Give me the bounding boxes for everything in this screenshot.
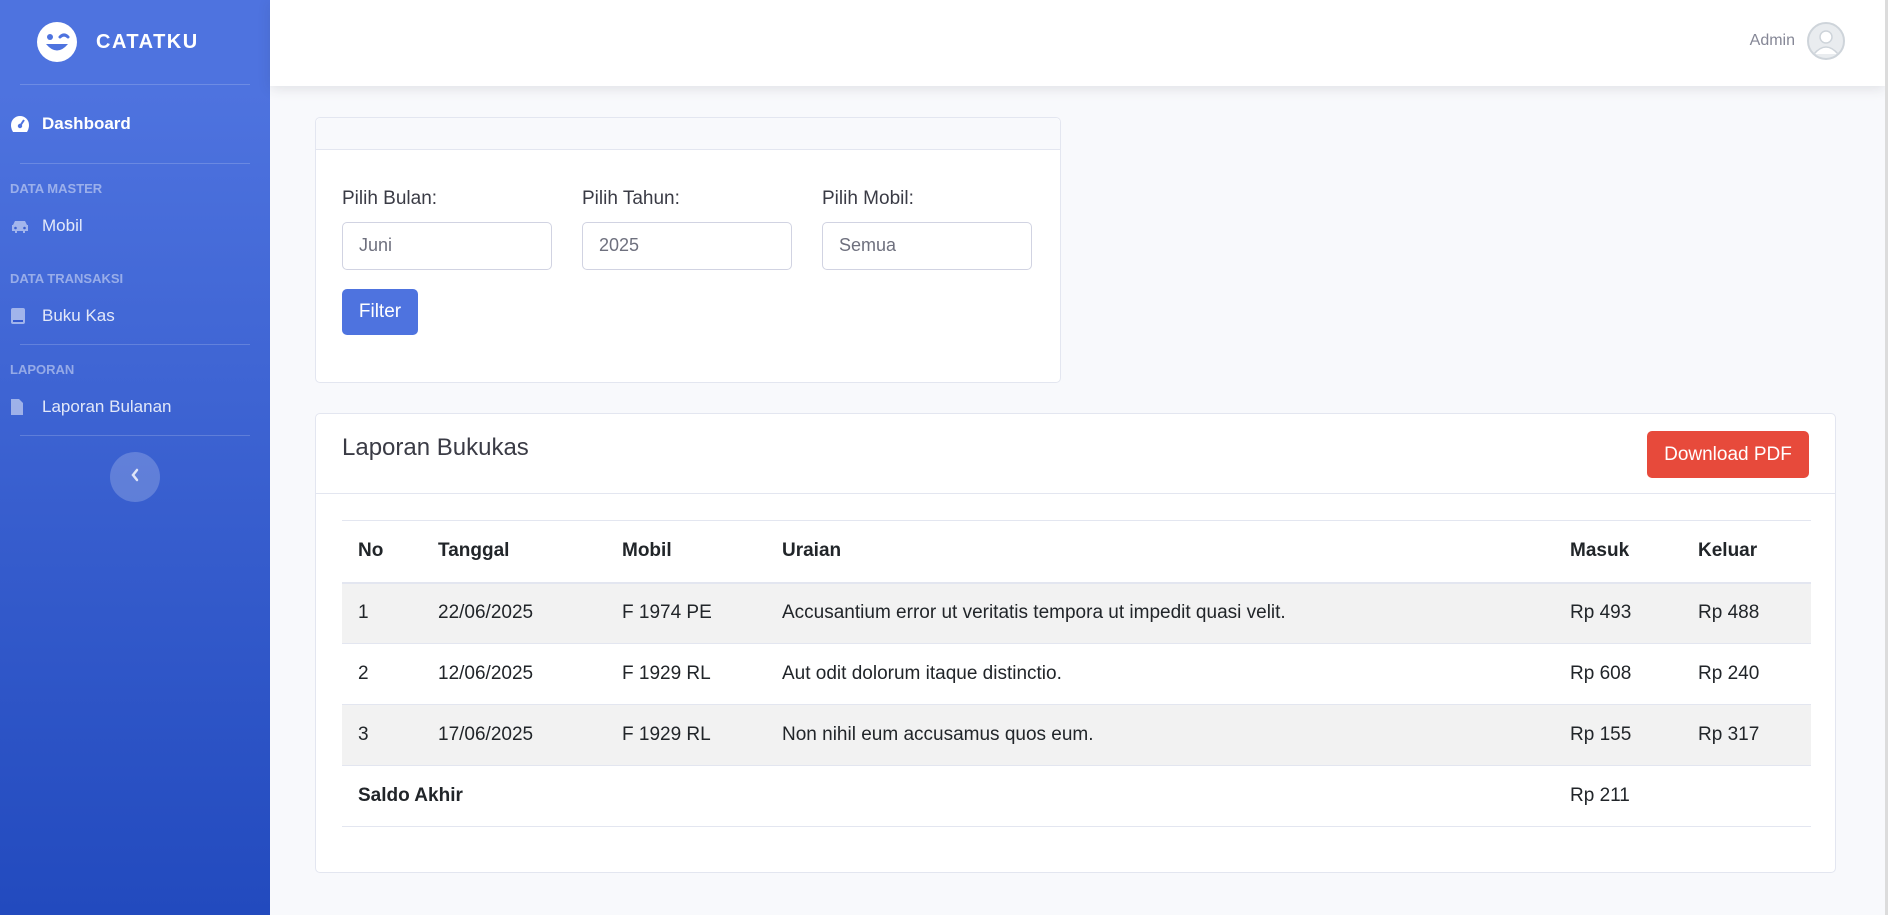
cell-tanggal: 17/06/2025 bbox=[422, 704, 606, 766]
column-header-tanggal: Tanggal bbox=[422, 520, 606, 584]
cell-uraian: Non nihil eum accusamus quos eum. bbox=[766, 704, 1554, 766]
table-row: 1 22/06/2025 F 1974 PE Accusantium error… bbox=[342, 582, 1811, 644]
sidebar-item-laporan-bulanan[interactable]: Laporan Bulanan bbox=[0, 379, 270, 435]
filter-tahun: Pilih Tahun: 2025 bbox=[582, 188, 792, 270]
car-icon bbox=[10, 218, 42, 234]
sidebar-divider bbox=[20, 435, 250, 436]
chevron-left-icon bbox=[130, 468, 140, 487]
cell-keluar: Rp 488 bbox=[1682, 582, 1811, 644]
report-title: Laporan Bukukas bbox=[342, 434, 529, 461]
cell-mobil: F 1974 PE bbox=[606, 582, 766, 644]
cell-tanggal: 22/06/2025 bbox=[422, 582, 606, 644]
cell-mobil: F 1929 RL bbox=[606, 643, 766, 705]
saldo-value: Rp 211 bbox=[1554, 765, 1682, 827]
topbar: Admin bbox=[270, 0, 1885, 86]
column-header-uraian: Uraian bbox=[766, 520, 1554, 584]
cell-uraian: Aut odit dolorum itaque distinctio. bbox=[766, 643, 1554, 705]
filter-card: Pilih Bulan: Juni Pilih Tahun: 2025 Pili… bbox=[315, 117, 1061, 383]
tachometer-icon bbox=[10, 115, 42, 133]
cell-no: 2 bbox=[342, 643, 422, 705]
report-table: No Tanggal Mobil Uraian Masuk Keluar 1 2… bbox=[342, 520, 1811, 827]
brand-name: CATATKU bbox=[96, 30, 199, 53]
sidebar-item-label: Buku Kas bbox=[42, 306, 115, 325]
table-header-row: No Tanggal Mobil Uraian Masuk Keluar bbox=[342, 520, 1811, 584]
saldo-label: Saldo Akhir bbox=[342, 765, 1554, 827]
sidebar: CATATKU Dashboard DATA MASTER Mobil DATA… bbox=[0, 0, 270, 915]
book-icon bbox=[10, 307, 42, 325]
report-card-header: Laporan Bukukas Download PDF bbox=[316, 414, 1835, 494]
filter-card-header bbox=[316, 118, 1060, 150]
cell-no: 3 bbox=[342, 704, 422, 766]
filter-mobil: Pilih Mobil: Semua bbox=[822, 188, 1032, 270]
filter-button[interactable]: Filter bbox=[342, 289, 418, 335]
mobil-select[interactable]: Semua bbox=[822, 222, 1032, 270]
sidebar-item-label: Mobil bbox=[42, 216, 83, 235]
sidebar-item-mobil[interactable]: Mobil bbox=[0, 198, 270, 254]
mobil-label: Pilih Mobil: bbox=[822, 188, 914, 209]
sidebar-heading-data-master: DATA MASTER bbox=[10, 181, 103, 196]
sidebar-item-label: Laporan Bulanan bbox=[42, 397, 172, 416]
cell-tanggal: 12/06/2025 bbox=[422, 643, 606, 705]
avatar bbox=[1807, 22, 1845, 60]
column-header-mobil: Mobil bbox=[606, 520, 766, 584]
column-header-masuk: Masuk bbox=[1554, 520, 1682, 584]
filter-bulan: Pilih Bulan: Juni bbox=[342, 188, 552, 270]
cell-masuk: Rp 493 bbox=[1554, 582, 1682, 644]
bulan-select[interactable]: Juni bbox=[342, 222, 552, 270]
sidebar-heading-laporan: LAPORAN bbox=[10, 362, 75, 377]
saldo-empty-cell bbox=[1682, 765, 1811, 827]
sidebar-item-dashboard[interactable]: Dashboard bbox=[0, 85, 270, 163]
user-menu[interactable]: Admin bbox=[1750, 22, 1845, 60]
file-icon bbox=[10, 398, 42, 416]
sidebar-item-buku-kas[interactable]: Buku Kas bbox=[0, 288, 270, 344]
cell-masuk: Rp 155 bbox=[1554, 704, 1682, 766]
table-row: 3 17/06/2025 F 1929 RL Non nihil eum acc… bbox=[342, 704, 1811, 766]
tahun-select[interactable]: 2025 bbox=[582, 222, 792, 270]
column-header-keluar: Keluar bbox=[1682, 520, 1811, 584]
saldo-row: Saldo Akhir Rp 211 bbox=[342, 765, 1811, 827]
sidebar-toggle-button[interactable] bbox=[110, 452, 160, 502]
brand[interactable]: CATATKU bbox=[0, 0, 270, 84]
sidebar-heading-data-transaksi: DATA TRANSAKSI bbox=[10, 271, 124, 286]
download-pdf-button[interactable]: Download PDF bbox=[1647, 431, 1809, 478]
cell-no: 1 bbox=[342, 582, 422, 644]
cell-keluar: Rp 240 bbox=[1682, 643, 1811, 705]
cell-mobil: F 1929 RL bbox=[606, 704, 766, 766]
cell-uraian: Accusantium error ut veritatis tempora u… bbox=[766, 582, 1554, 644]
cell-keluar: Rp 317 bbox=[1682, 704, 1811, 766]
bulan-label: Pilih Bulan: bbox=[342, 188, 438, 209]
report-card: Laporan Bukukas Download PDF No Tanggal … bbox=[315, 413, 1836, 873]
column-header-no: No bbox=[342, 520, 422, 584]
sidebar-item-label: Dashboard bbox=[42, 114, 131, 133]
user-name: Admin bbox=[1749, 32, 1795, 49]
laugh-wink-icon bbox=[36, 21, 78, 63]
cell-masuk: Rp 608 bbox=[1554, 643, 1682, 705]
table-row: 2 12/06/2025 F 1929 RL Aut odit dolorum … bbox=[342, 643, 1811, 705]
tahun-label: Pilih Tahun: bbox=[582, 188, 680, 209]
